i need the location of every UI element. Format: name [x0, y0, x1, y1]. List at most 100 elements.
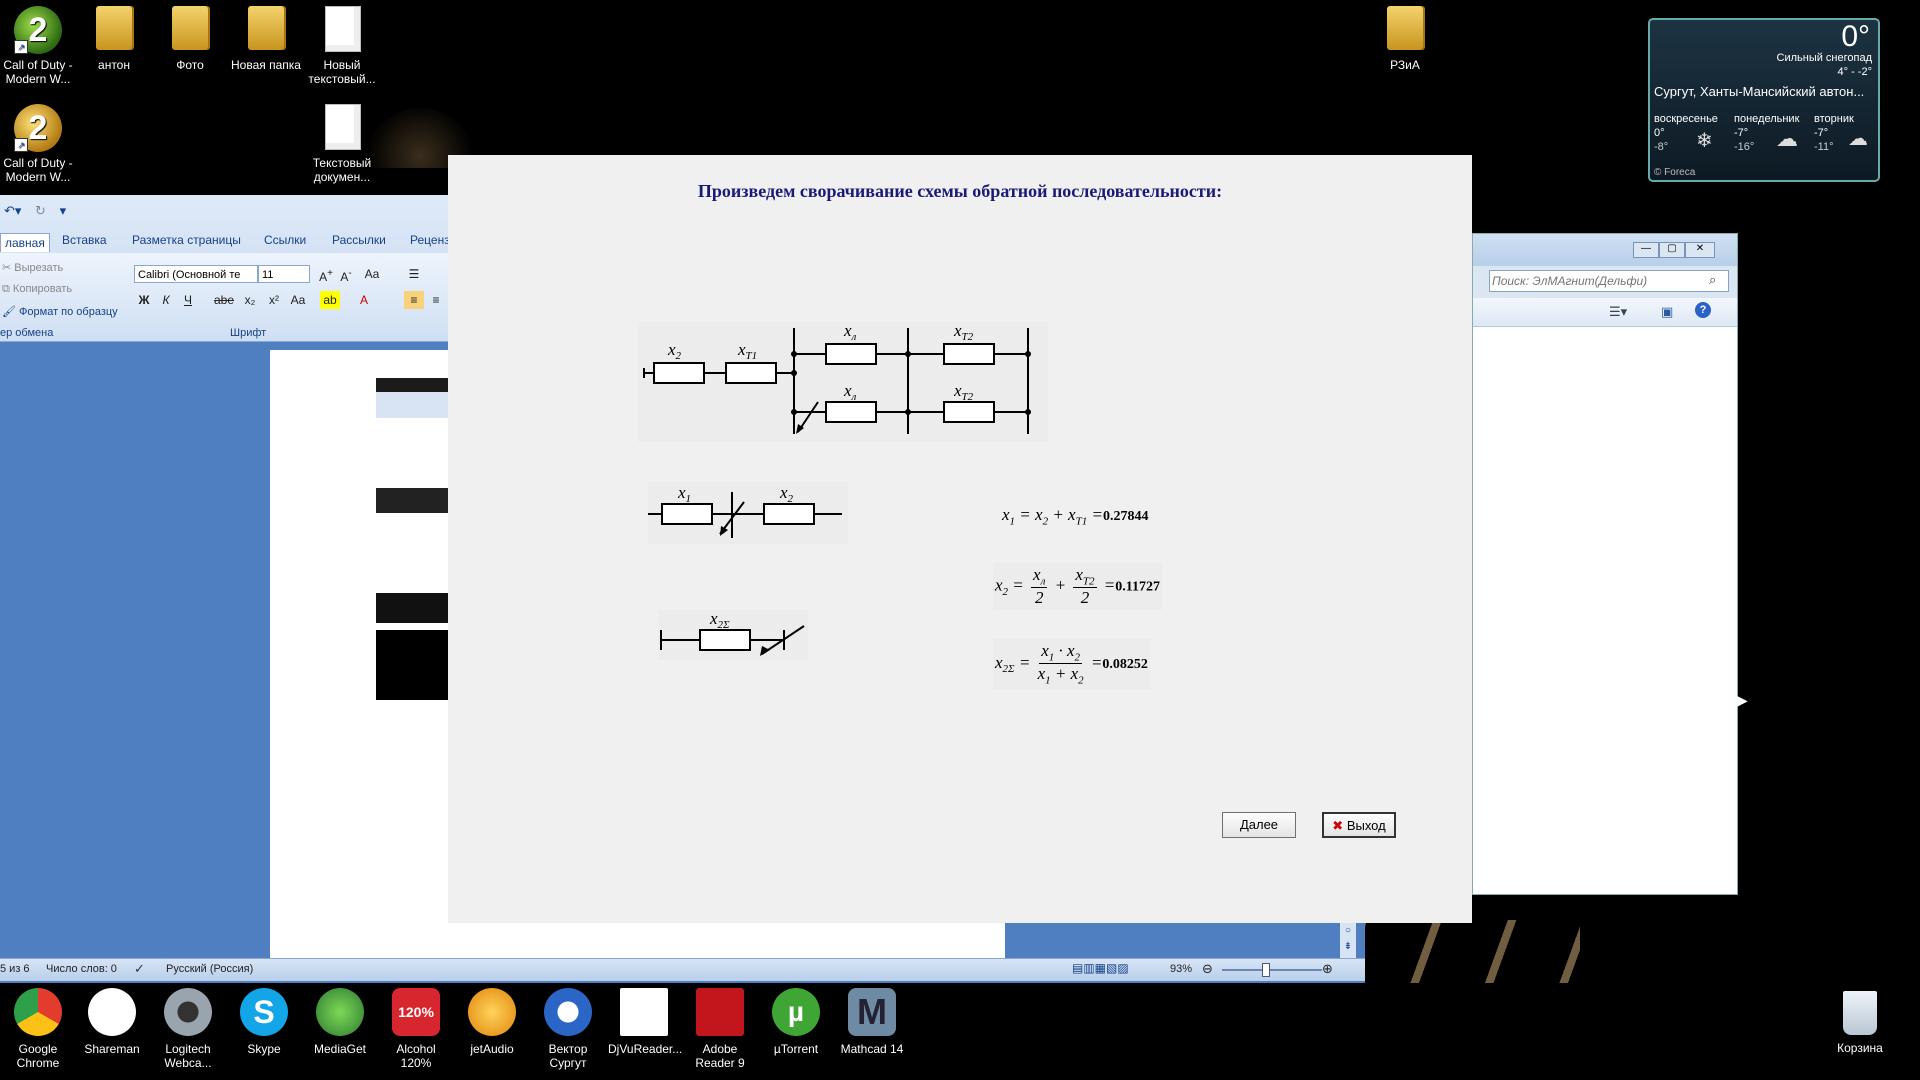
zoom-slider[interactable] [1222, 969, 1322, 971]
explorer-scroll-arrow-icon[interactable]: ▶ [1737, 692, 1748, 709]
align-left-button[interactable]: ≡ [404, 291, 424, 309]
bold-button[interactable]: Ж [134, 291, 154, 309]
explorer-window[interactable]: — ▢ ✕ ⌕ ☰▾ ▣ ? ▶ [1472, 233, 1748, 895]
taskbar-vector[interactable]: Вектор Сургут [532, 988, 604, 1070]
tab-page-layout[interactable]: Разметка страницы [132, 233, 241, 247]
preview-pane-icon[interactable]: ▣ [1661, 304, 1673, 320]
desktop-icon-label: Новый текстовый... [308, 58, 376, 86]
copy-button[interactable]: ⧉ Копировать [2, 283, 72, 296]
exit-button[interactable]: ✖ Выход [1322, 812, 1396, 838]
shrink-font-button[interactable]: A- [336, 265, 356, 284]
taskbar-label: Adobe Reader 9 [695, 1042, 745, 1070]
explorer-search-input[interactable] [1489, 270, 1729, 292]
desktop-icon-cod1[interactable]: 2 ↗ Call of Duty - Modern W... [0, 6, 78, 86]
status-words[interactable]: Число слов: 0 [46, 963, 117, 975]
taskbar-alcohol[interactable]: 120% Alcohol 120% [380, 988, 452, 1070]
desktop-icon-new-folder[interactable]: Новая папка [226, 6, 306, 72]
cut-button[interactable]: ✂ Вырезать [2, 261, 63, 274]
weather-gadget[interactable]: 0° Сильный снегопад 4° - -2° Сургут, Хан… [1648, 18, 1880, 182]
tab-mailings[interactable]: Рассылки [332, 233, 386, 247]
taskbar-skype[interactable]: S Skype [228, 988, 300, 1056]
tab-review[interactable]: Реценз [410, 233, 450, 247]
taskbar: Google Chrome Shareman Logitech Webca...… [0, 983, 1920, 1080]
formula-x2: x2 = xл 2 + xT2 2 =0.11727 [993, 563, 1162, 611]
taskbar-logitech[interactable]: Logitech Webca... [152, 988, 224, 1070]
desktop-icon-foto[interactable]: Фото [150, 6, 230, 72]
close-button[interactable]: ✕ [1685, 242, 1715, 258]
taskbar-chrome[interactable]: Google Chrome [2, 988, 74, 1070]
desktop-icon-new-text[interactable]: Новый текстовый... [302, 6, 382, 86]
recycle-bin[interactable]: Корзина [1824, 991, 1896, 1055]
taskbar-shareman[interactable]: Shareman [76, 988, 148, 1056]
calculation-dialog[interactable]: Произведем сворачивание схемы обратной п… [448, 155, 1472, 923]
document-scrollbar[interactable]: ○ ⇟ [1340, 923, 1356, 958]
font-color-button[interactable]: A [354, 291, 374, 309]
result-x2: 0.11727 [1115, 579, 1160, 595]
folder-icon [172, 6, 208, 50]
taskbar-utorrent[interactable]: µ µTorrent [760, 988, 832, 1056]
shortcut-arrow-icon: ↗ [14, 138, 28, 152]
strikethrough-button[interactable]: abe [214, 291, 234, 309]
desktop-icon-rzia[interactable]: РЗиА [1365, 6, 1445, 72]
spellcheck-icon[interactable]: ✓ [134, 961, 145, 977]
dialog-title: Произведем сворачивание схемы обратной п… [697, 181, 1223, 201]
shareman-icon [88, 988, 136, 1036]
desktop-icon-anton[interactable]: антон [74, 6, 154, 72]
djvu-icon [620, 988, 668, 1036]
font-name-select[interactable]: Calibri (Основной те [134, 265, 258, 283]
taskbar-label: Mathcad 14 [840, 1042, 904, 1056]
taskbar-mediaget[interactable]: MediaGet [304, 988, 376, 1056]
subscript-button[interactable]: x₂ [240, 291, 260, 309]
taskbar-label: µTorrent [773, 1042, 819, 1056]
status-page[interactable]: 5 из 6 [0, 963, 30, 975]
change-case-button[interactable]: Aa [288, 291, 308, 309]
italic-button[interactable]: К [156, 291, 176, 309]
grow-font-button[interactable]: A+ [316, 265, 336, 284]
taskbar-mathcad[interactable]: M Mathcad 14 [836, 988, 908, 1056]
taskbar-label: Shareman [84, 1042, 140, 1056]
weather-day-name: понедельник [1734, 113, 1800, 125]
zoom-slider-thumb[interactable] [1262, 963, 1270, 977]
maximize-button[interactable]: ▢ [1659, 242, 1685, 258]
taskbar-jetaudio[interactable]: jetAudio [456, 988, 528, 1056]
desktop-icon-text-doc[interactable]: Текстовый докумен... [302, 104, 382, 184]
cut-label: Вырезать [14, 262, 64, 274]
taskbar-djvu[interactable]: DjVuReader... [608, 988, 682, 1056]
tab-references[interactable]: Ссылки [264, 233, 306, 247]
superscript-button[interactable]: x² [264, 291, 284, 309]
circuit-diagram-equivalent: x2Σ [658, 610, 808, 660]
cloud-snow-icon: ☁ [1848, 128, 1868, 150]
next-button[interactable]: Далее [1222, 812, 1296, 838]
minimize-button[interactable]: — [1633, 242, 1659, 258]
tab-home[interactable]: лавная [0, 233, 50, 252]
tab-insert[interactable]: Вставка [62, 233, 107, 247]
shortcut-arrow-icon: ↗ [14, 40, 28, 54]
font-size-select[interactable]: 11 [258, 265, 310, 283]
word-ribbon: ↶▾ ↻ ▾ лавная Вставка Разметка страницы … [0, 195, 450, 342]
redo-icon[interactable]: ↻ [35, 203, 46, 218]
taskbar-adobe[interactable]: Adobe Reader 9 [684, 988, 756, 1070]
clear-format-button[interactable]: Aa [362, 265, 382, 283]
desktop-icon-cod2[interactable]: 2 ↗ Call of Duty - Modern W... [0, 104, 78, 184]
chrome-icon [14, 988, 62, 1036]
taskbar-label: Skype [247, 1042, 281, 1056]
underline-button[interactable]: Ч [178, 291, 198, 309]
fraction: x1 · x2 x1 + x2 [1037, 641, 1084, 687]
view-buttons[interactable]: ▤▥▦▧▨ [1072, 961, 1129, 975]
undo-icon[interactable]: ↶▾ [4, 203, 21, 218]
taskbar-label: Вектор Сургут [548, 1042, 588, 1070]
view-options-icon[interactable]: ☰▾ [1609, 304, 1627, 320]
taskbar-label: jetAudio [470, 1042, 514, 1056]
align-center-button[interactable]: ≡ [426, 291, 446, 309]
zoom-in-icon[interactable]: ⊕ [1322, 961, 1333, 977]
weather-temp: 0° [1841, 20, 1870, 53]
zoom-out-icon[interactable]: ⊖ [1202, 961, 1213, 977]
customize-qat-icon[interactable]: ▾ [60, 203, 67, 218]
bullets-button[interactable]: ☰ [404, 265, 424, 283]
format-painter-button[interactable]: 🖌 Формат по образцу [2, 305, 118, 318]
help-icon[interactable]: ? [1695, 302, 1711, 318]
highlight-button[interactable]: ab [320, 291, 340, 309]
status-language[interactable]: Русский (Россия) [166, 963, 253, 975]
word-statusbar: 5 из 6 Число слов: 0 ✓ Русский (Россия) … [0, 958, 1365, 981]
status-zoom[interactable]: 93% [1170, 963, 1192, 975]
